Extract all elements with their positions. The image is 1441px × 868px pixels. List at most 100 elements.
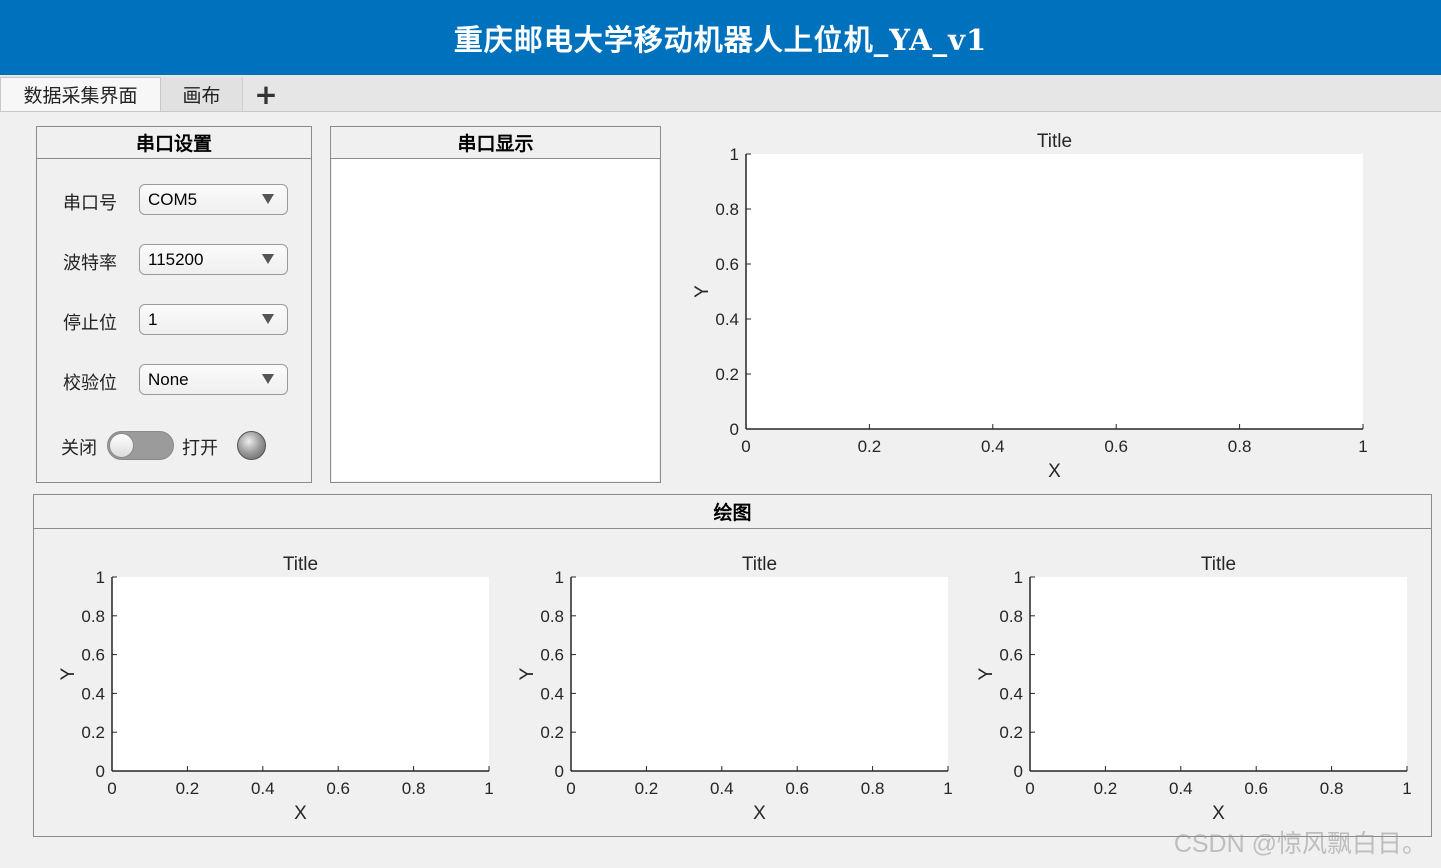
y-tick-label: 1: [555, 568, 564, 587]
y-axis-label: Y: [58, 667, 79, 680]
parity-dropdown[interactable]: None: [139, 364, 288, 395]
x-tick-label: 0.4: [251, 779, 275, 798]
add-tab-button[interactable]: +: [245, 77, 287, 111]
plus-icon: +: [254, 77, 278, 111]
chart-title: Title: [742, 554, 777, 575]
panel-title: 串口设置: [37, 127, 311, 159]
dropdown-value: COM5: [148, 189, 198, 209]
toggle-on-label: 打开: [182, 438, 218, 459]
y-tick-label: 1: [96, 568, 105, 587]
x-tick-label: 1: [1358, 437, 1367, 456]
main-chart[interactable]: 0 0.2 0.4 0.6 0.8 1 0 0.2 0.4 0.6 0.8 1 Title X Y: [680, 124, 1420, 489]
y-tick-label: 0: [730, 420, 739, 439]
dropdown-value: None: [148, 369, 189, 389]
x-tick-label: 0: [566, 779, 575, 798]
y-tick-label: 0.2: [715, 365, 739, 384]
serial-output-textarea[interactable]: [332, 159, 659, 481]
x-axis-label: X: [1048, 461, 1061, 482]
stop-bits-label: 停止位: [63, 313, 117, 334]
x-tick-label: 0.2: [1094, 779, 1118, 798]
y-tick-label: 0: [555, 762, 564, 781]
x-tick-label: 0.2: [176, 779, 200, 798]
y-tick-label: 1: [730, 145, 739, 164]
x-axis-label: X: [294, 803, 307, 824]
port-dropdown[interactable]: COM5: [139, 184, 288, 215]
tab-label: 画布: [182, 84, 221, 107]
x-tick-label: 0.8: [1228, 437, 1252, 456]
panel-title: 绘图: [34, 495, 1431, 529]
y-tick-label: 1: [1014, 568, 1023, 587]
y-axis-label: Y: [517, 667, 538, 680]
chart-title: Title: [1201, 554, 1236, 575]
y-tick-label: 0.6: [81, 646, 105, 665]
y-tick-label: 0.4: [540, 684, 564, 703]
y-tick-label: 0.8: [999, 607, 1023, 626]
x-tick-label: 1: [943, 779, 952, 798]
y-tick-label: 0.4: [715, 310, 739, 329]
baud-rate-label: 波特率: [63, 253, 117, 274]
tab-data-acquisition[interactable]: 数据采集界面: [0, 77, 161, 111]
y-tick-label: 0.8: [81, 607, 105, 626]
baud-rate-dropdown[interactable]: 115200: [139, 244, 288, 275]
y-tick-label: 0.2: [999, 723, 1023, 742]
tab-canvas[interactable]: 画布: [161, 77, 243, 111]
x-tick-label: 0.8: [402, 779, 426, 798]
x-axis-label: X: [1212, 803, 1225, 824]
port-label: 串口号: [63, 193, 117, 214]
x-tick-label: 0.6: [1244, 779, 1268, 798]
app-title-bar: 重庆邮电大学移动机器人上位机_YA_v1: [0, 0, 1441, 75]
stop-bits-dropdown[interactable]: 1: [139, 304, 288, 335]
app-title: 重庆邮电大学移动机器人上位机_YA_v1: [453, 22, 988, 57]
x-tick-label: 0.4: [1169, 779, 1193, 798]
toggle-knob[interactable]: [109, 433, 134, 458]
y-axis-label: Y: [692, 285, 713, 298]
x-tick-label: 0: [1025, 779, 1034, 798]
toggle-off-label: 关闭: [61, 438, 97, 459]
watermark: CSDN @惊风飘白日。: [1173, 830, 1427, 858]
panel-title: 串口显示: [331, 127, 660, 159]
serial-open-toggle[interactable]: [107, 431, 174, 460]
x-tick-label: 0.4: [981, 437, 1005, 456]
y-tick-label: 0.2: [540, 723, 564, 742]
x-tick-label: 0.4: [710, 779, 734, 798]
y-tick-label: 0.2: [81, 723, 105, 742]
y-tick-label: 0.8: [715, 200, 739, 219]
x-tick-label: 0: [107, 779, 116, 798]
x-tick-label: 1: [1402, 779, 1411, 798]
status-lamp-icon: [237, 431, 266, 460]
x-tick-label: 0.2: [635, 779, 659, 798]
x-axis-label: X: [753, 803, 766, 824]
y-tick-label: 0.8: [540, 607, 564, 626]
x-tick-label: 0: [741, 437, 750, 456]
dropdown-value: 115200: [148, 249, 204, 269]
y-tick-label: 0: [96, 762, 105, 781]
dropdown-value: 1: [148, 309, 158, 329]
serial-settings-panel: 串口设置 串口号 COM5 波特率 115200 停止位 1 校验位 None …: [36, 126, 312, 483]
chevron-down-icon: [262, 314, 274, 324]
plot-chart-2[interactable]: 0 0.2 0.4 0.6 0.8 1 0 0.2 0.4 0.6 0.8 1 Title X Y: [508, 548, 968, 833]
plot-chart-3[interactable]: 0 0.2 0.4 0.6 0.8 1 0 0.2 0.4 0.6 0.8 1 Title X Y: [967, 548, 1427, 833]
x-tick-label: 0.6: [1104, 437, 1128, 456]
tab-bar: 数据采集界面 画布 +: [0, 75, 1441, 112]
plot-area: [746, 154, 1363, 429]
x-tick-label: 1: [484, 779, 493, 798]
plot-area: [571, 577, 948, 771]
y-tick-label: 0.6: [540, 646, 564, 665]
x-tick-label: 0.8: [861, 779, 885, 798]
y-tick-label: 0.4: [81, 684, 105, 703]
serial-display-panel: 串口显示: [330, 126, 661, 483]
plot-area: [1030, 577, 1407, 771]
y-tick-label: 0: [1014, 762, 1023, 781]
chevron-down-icon: [262, 374, 274, 384]
y-tick-label: 0.6: [715, 255, 739, 274]
plot-chart-1[interactable]: 0 0.2 0.4 0.6 0.8 1 0 0.2 0.4 0.6 0.8 1 Title X Y: [48, 548, 508, 833]
x-tick-label: 0.6: [326, 779, 350, 798]
y-tick-label: 0.6: [999, 646, 1023, 665]
y-tick-label: 0.4: [999, 684, 1023, 703]
x-tick-label: 0.6: [785, 779, 809, 798]
chart-title: Title: [283, 554, 318, 575]
parity-label: 校验位: [63, 373, 117, 394]
tab-label: 数据采集界面: [23, 85, 138, 107]
x-tick-label: 0.2: [858, 437, 882, 456]
chevron-down-icon: [262, 254, 274, 264]
